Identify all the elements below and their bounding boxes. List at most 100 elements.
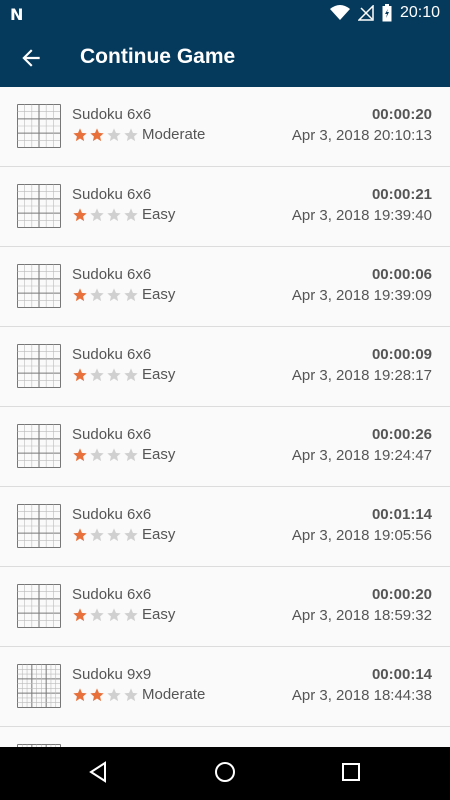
star-empty-icon (124, 287, 138, 301)
star-empty-icon (107, 127, 121, 141)
star-empty-icon (124, 207, 138, 221)
difficulty-label: Easy (142, 366, 176, 383)
battery-icon (382, 4, 392, 22)
star-empty-icon (107, 287, 121, 301)
difficulty-rating: Easy (72, 446, 175, 463)
star-empty-icon (90, 207, 104, 221)
star-filled-icon (73, 127, 87, 141)
star-empty-icon (90, 367, 104, 381)
star-empty-icon (124, 447, 138, 461)
sudoku-grid-icon (17, 504, 61, 548)
navigation-bar (0, 747, 450, 800)
list-item[interactable] (0, 727, 450, 747)
star-filled-icon (90, 687, 104, 701)
sudoku-grid-icon (17, 104, 61, 148)
elapsed-time: 00:00:09 (371, 346, 432, 363)
elapsed-time: 00:00:21 (371, 186, 432, 203)
saved-date: Apr 3, 2018 20:10:13 (291, 127, 432, 144)
list-item[interactable]: Sudoku 6x6 Easy 00:01:14 Apr 3, 2018 19:05:… (0, 487, 450, 567)
list-item[interactable]: Sudoku 6x6 Moderate 00:00:20 Apr 3, 2018 20… (0, 87, 450, 167)
status-time: 20:10 (399, 4, 440, 21)
star-empty-icon (90, 527, 104, 541)
star-filled-icon (73, 207, 87, 221)
game-name: Sudoku 6x6 (72, 266, 152, 283)
status-bar: N 20:10 (0, 0, 450, 28)
list-item[interactable]: Sudoku 6x6 Easy 00:00:21 Apr 3, 2018 19:39:… (0, 167, 450, 247)
wifi-icon (329, 5, 350, 20)
star-empty-icon (124, 127, 138, 141)
elapsed-time: 00:00:20 (371, 586, 432, 603)
saved-date: Apr 3, 2018 19:28:17 (291, 367, 432, 384)
star-empty-icon (124, 367, 138, 381)
difficulty-rating: Easy (72, 526, 175, 543)
star-empty-icon (107, 447, 121, 461)
elapsed-time: 00:00:20 (371, 106, 432, 123)
difficulty-label: Easy (142, 206, 176, 223)
list-item[interactable]: Sudoku 6x6 Easy 00:00:26 Apr 3, 2018 19:24:… (0, 407, 450, 487)
star-empty-icon (90, 287, 104, 301)
sudoku-grid-icon (17, 584, 61, 628)
difficulty-rating: Easy (72, 286, 175, 303)
n-notification-icon: N (10, 5, 24, 24)
difficulty-rating: Moderate (72, 126, 205, 143)
signal-icon (357, 5, 374, 21)
star-filled-icon (73, 527, 87, 541)
game-name: Sudoku 6x6 (72, 426, 152, 443)
elapsed-time: 00:00:14 (371, 666, 432, 683)
sudoku-grid-icon (17, 664, 61, 708)
star-filled-icon (73, 607, 87, 621)
game-name: Sudoku 6x6 (72, 506, 152, 523)
star-empty-icon (124, 687, 138, 701)
game-name: Sudoku 6x6 (72, 346, 152, 363)
saved-games-list[interactable]: Sudoku 6x6 Moderate 00:00:20 Apr 3, 2018 20… (0, 87, 450, 747)
difficulty-rating: Easy (72, 206, 175, 223)
saved-date: Apr 3, 2018 18:44:38 (291, 687, 432, 704)
star-filled-icon (73, 447, 87, 461)
difficulty-rating: Easy (72, 606, 175, 623)
game-name: Sudoku 9x9 (72, 666, 152, 683)
difficulty-rating: Moderate (72, 686, 205, 703)
star-empty-icon (107, 607, 121, 621)
star-filled-icon (90, 127, 104, 141)
app-bar: Continue Game (0, 28, 450, 87)
game-name: Sudoku 6x6 (72, 586, 152, 603)
list-item[interactable]: Sudoku 9x9 Moderate 00:00:14 Apr 3, 2018 18… (0, 647, 450, 727)
list-item[interactable]: Sudoku 6x6 Easy 00:00:20 Apr 3, 2018 18:59:… (0, 567, 450, 647)
status-icons: 20:10 (329, 4, 440, 22)
difficulty-label: Easy (142, 286, 176, 303)
star-filled-icon (73, 367, 87, 381)
star-empty-icon (107, 367, 121, 381)
star-empty-icon (107, 687, 121, 701)
nav-recents-icon[interactable] (341, 760, 361, 784)
difficulty-label: Easy (142, 606, 176, 623)
list-item[interactable]: Sudoku 6x6 Easy 00:00:06 Apr 3, 2018 19:39:… (0, 247, 450, 327)
game-name: Sudoku 6x6 (72, 186, 152, 203)
nav-back-icon[interactable] (87, 760, 109, 784)
difficulty-label: Easy (142, 446, 176, 463)
difficulty-rating: Easy (72, 366, 175, 383)
star-empty-icon (90, 607, 104, 621)
game-name: Sudoku 6x6 (72, 106, 152, 123)
sudoku-grid-icon (17, 344, 61, 388)
star-empty-icon (90, 447, 104, 461)
star-empty-icon (124, 527, 138, 541)
saved-date: Apr 3, 2018 19:05:56 (291, 527, 432, 544)
star-empty-icon (124, 607, 138, 621)
page-title: Continue Game (80, 45, 236, 68)
star-empty-icon (107, 527, 121, 541)
star-empty-icon (107, 207, 121, 221)
elapsed-time: 00:00:06 (371, 266, 432, 283)
saved-date: Apr 3, 2018 19:39:40 (291, 207, 432, 224)
star-filled-icon (73, 687, 87, 701)
elapsed-time: 00:00:26 (371, 426, 432, 443)
nav-home-icon[interactable] (213, 760, 237, 784)
sudoku-grid-icon (17, 184, 61, 228)
star-filled-icon (73, 287, 87, 301)
elapsed-time: 00:01:14 (371, 506, 432, 523)
saved-date: Apr 3, 2018 19:39:09 (291, 287, 432, 304)
sudoku-grid-icon (17, 264, 61, 308)
saved-date: Apr 3, 2018 18:59:32 (291, 607, 432, 624)
difficulty-label: Moderate (142, 126, 206, 143)
list-item[interactable]: Sudoku 6x6 Easy 00:00:09 Apr 3, 2018 19:28:… (0, 327, 450, 407)
arrow-back-icon[interactable] (18, 45, 44, 71)
